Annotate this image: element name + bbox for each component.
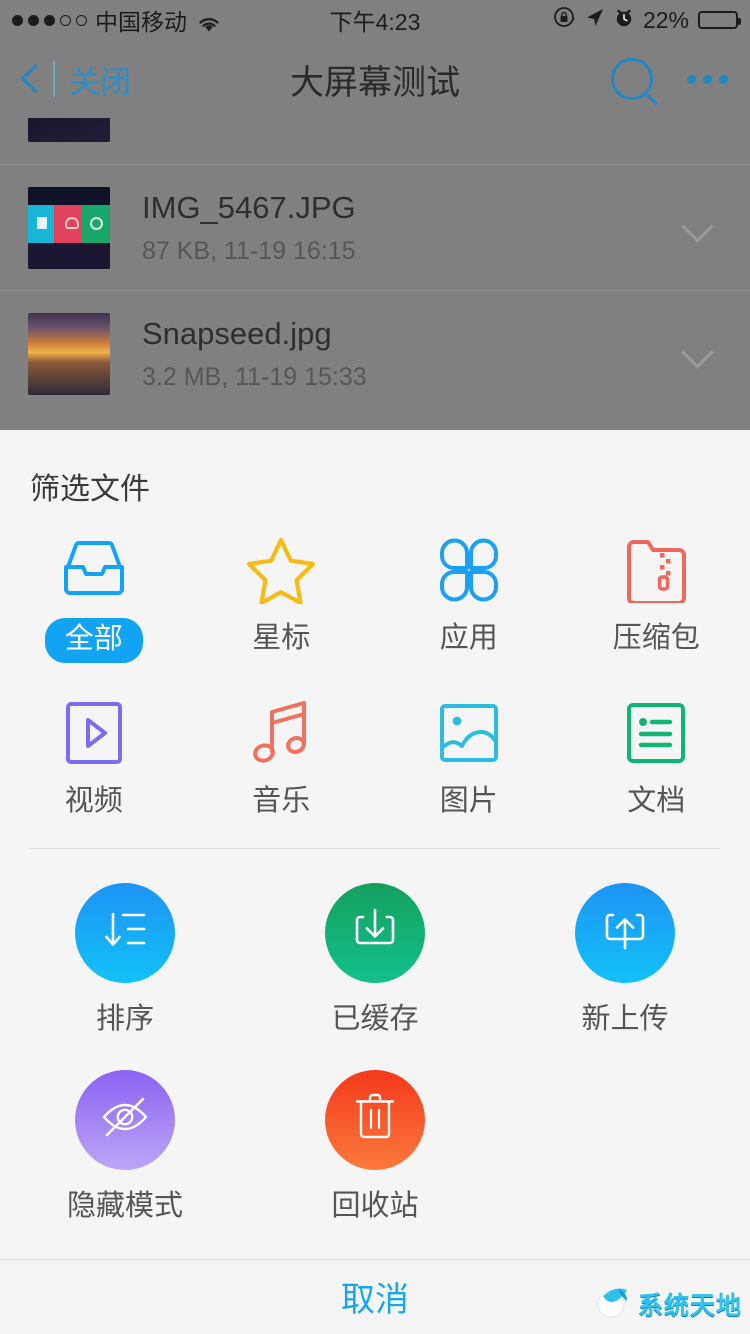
file-thumbnail: ◎ 测试截图 (28, 118, 110, 142)
chevron-down-icon[interactable] (684, 341, 710, 367)
filter-action-sheet: 筛选文件 全部 星标 (0, 430, 750, 1334)
action-sort[interactable]: 排序 (0, 883, 250, 1034)
wifi-icon (198, 12, 220, 29)
star-icon (245, 534, 317, 606)
file-meta: 87 KB, 11-19 16:15 (142, 237, 684, 266)
file-name: IMG_5467.JPG (142, 189, 684, 228)
cancel-button[interactable]: 取消 (0, 1260, 750, 1334)
filter-item-music[interactable]: 音乐 (188, 697, 376, 816)
file-meta: 3.2 MB, 11-19 15:33 (142, 363, 684, 392)
sort-descending-icon (99, 904, 151, 961)
chevron-left-icon (22, 64, 39, 94)
navigation-bar: 关闭 大屏幕测试 (0, 40, 750, 118)
filter-label: 星标 (252, 624, 310, 653)
action-empty-slot (500, 1070, 750, 1221)
close-button-label[interactable]: 关闭 (69, 57, 131, 102)
location-arrow-icon (584, 7, 605, 34)
action-hidden-mode[interactable]: 隐藏模式 (0, 1070, 250, 1221)
action-grid-row-1: 排序 已缓存 (0, 849, 750, 1034)
video-play-icon (58, 697, 130, 769)
inbox-icon (58, 534, 130, 606)
table-row[interactable]: Snapseed.jpg 3.2 MB, 11-19 15:33 (0, 290, 750, 416)
action-label: 新上传 (581, 1005, 668, 1034)
zip-folder-icon (620, 534, 692, 606)
filter-item-all[interactable]: 全部 (0, 534, 188, 663)
trash-icon (350, 1091, 400, 1148)
more-dots-icon[interactable] (687, 75, 728, 84)
phone-screen: 中国移动 下午4:23 (0, 0, 750, 1334)
filter-grid-row-2: 视频 音乐 (0, 663, 750, 816)
filter-label: 音乐 (252, 787, 310, 816)
carrier-name: 中国移动 (95, 3, 187, 37)
image-icon (433, 697, 505, 769)
filter-label: 应用 (440, 624, 498, 653)
status-bar-left: 中国移动 (12, 3, 220, 37)
file-thumbnail (28, 313, 110, 395)
alarm-clock-icon (614, 7, 634, 34)
filter-item-document[interactable]: 文档 (563, 697, 750, 816)
download-box-icon (349, 904, 401, 961)
signal-strength-icon (12, 15, 87, 26)
back-button[interactable]: 关闭 (22, 57, 131, 102)
upload-button[interactable] (575, 883, 675, 983)
action-label: 已缓存 (331, 1005, 418, 1034)
search-icon[interactable] (611, 58, 653, 100)
action-cached[interactable]: 已缓存 (250, 883, 500, 1034)
action-recycle-bin[interactable]: 回收站 (250, 1070, 500, 1221)
file-list-clipped-row[interactable]: ◎ 测试截图 78 KB, 11-19 16:15 (0, 118, 750, 164)
action-upload[interactable]: 新上传 (500, 883, 750, 1034)
dimmed-background-app: 中国移动 下午4:23 (0, 0, 750, 440)
filter-item-starred[interactable]: 星标 (188, 534, 376, 663)
chevron-down-icon[interactable] (684, 215, 710, 241)
eye-slash-icon (98, 1090, 152, 1149)
action-label: 回收站 (331, 1192, 418, 1221)
filter-label: 压缩包 (613, 624, 700, 653)
file-name: Snapseed.jpg (142, 315, 684, 354)
filter-label: 全部 (45, 618, 143, 663)
battery-icon (698, 11, 738, 29)
filter-item-apps[interactable]: 应用 (375, 534, 563, 663)
filter-item-archive[interactable]: 压缩包 (563, 534, 750, 663)
filter-item-video[interactable]: 视频 (0, 697, 188, 816)
action-grid-row-2: 隐藏模式 回收站 (0, 1034, 750, 1221)
status-bar-right: 22% (553, 6, 738, 34)
filter-label: 图片 (440, 787, 498, 816)
action-label: 排序 (96, 1005, 154, 1034)
music-note-icon (245, 697, 317, 769)
status-bar: 中国移动 下午4:23 (0, 0, 750, 40)
nav-actions (611, 58, 728, 100)
sort-button[interactable] (75, 883, 175, 983)
recycle-bin-button[interactable] (325, 1070, 425, 1170)
upload-box-icon (599, 904, 651, 961)
filter-item-picture[interactable]: 图片 (375, 697, 563, 816)
document-icon (620, 697, 692, 769)
filter-grid-row-1: 全部 星标 应用 (0, 508, 750, 663)
filter-label: 文档 (627, 787, 685, 816)
battery-percent: 22% (643, 7, 689, 34)
hidden-mode-button[interactable] (75, 1070, 175, 1170)
filter-label: 视频 (65, 787, 123, 816)
table-row[interactable]: IMG_5467.JPG 87 KB, 11-19 16:15 (0, 164, 750, 290)
apps-icon (433, 534, 505, 606)
rotation-lock-icon (553, 6, 575, 34)
file-thumbnail (28, 187, 110, 269)
nav-divider (53, 61, 55, 97)
action-label: 隐藏模式 (67, 1192, 183, 1221)
file-meta: 78 KB, 11-19 16:15 (142, 118, 726, 121)
cached-button[interactable] (325, 883, 425, 983)
file-list[interactable]: ◎ 测试截图 78 KB, 11-19 16:15 (0, 118, 750, 416)
sheet-title: 筛选文件 (0, 430, 750, 508)
